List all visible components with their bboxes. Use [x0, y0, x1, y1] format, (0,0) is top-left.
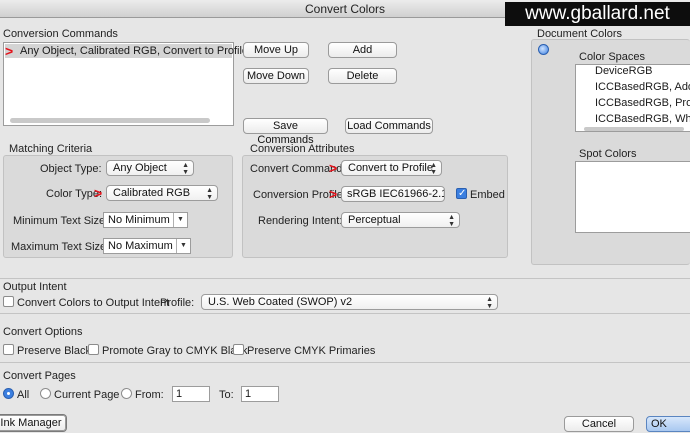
list-item[interactable]: ICCBasedRGB, ProPho [595, 97, 690, 109]
embed-label: Embed [470, 189, 505, 201]
to-page-input[interactable]: 1 [241, 386, 279, 402]
preserve-black-label: Preserve Black [17, 345, 91, 357]
from-label: From: [135, 389, 164, 401]
max-text-size-label: Maximum Text Size: [11, 241, 110, 253]
rendering-intent-value: Perceptual [348, 214, 401, 226]
updown-arrows-icon: ▲ ▼ [486, 296, 493, 310]
output-profile-value: U.S. Web Coated (SWOP) v2 [208, 296, 353, 308]
convert-command-popup[interactable]: Convert to Profile ▲ ▼ [341, 160, 442, 176]
convert-options-label: Convert Options [3, 326, 83, 338]
page-range-radio[interactable] [121, 388, 132, 399]
all-pages-label: All [17, 389, 30, 401]
min-text-size-label: Minimum Text Size: [13, 215, 109, 227]
move-up-button[interactable]: Move Up [243, 42, 309, 58]
updown-arrows-icon: ▲ ▼ [430, 162, 437, 176]
preserve-cmyk-checkbox[interactable] [233, 344, 244, 355]
list-item[interactable]: > Any Object, Calibrated RGB, Convert to… [5, 43, 248, 59]
annotation-arrow-icon: > [329, 160, 338, 176]
divider [0, 313, 690, 314]
watermark: www.gballard.net [505, 2, 690, 26]
annotation-arrow-icon: > [329, 186, 338, 202]
color-type-value: Calibrated RGB [113, 187, 191, 199]
list-item[interactable]: DeviceRGB [595, 65, 652, 77]
divider [0, 362, 690, 363]
color-spaces-list[interactable]: DeviceRGB ICCBasedRGB, Adobe ICCBasedRGB… [575, 64, 690, 132]
convert-to-output-intent-checkbox[interactable] [3, 296, 14, 307]
ok-button[interactable]: OK [646, 416, 690, 432]
conversion-attributes-label: Conversion Attributes [250, 143, 355, 155]
spot-colors-label: Spot Colors [579, 148, 637, 160]
convert-to-output-intent-label: Convert Colors to Output Intent [17, 297, 170, 309]
embed-checkbox[interactable] [456, 188, 467, 199]
updown-arrows-icon: ▲ ▼ [206, 187, 213, 201]
profile-label: Profile: [160, 297, 195, 309]
color-type-popup[interactable]: Calibrated RGB ▲ ▼ [106, 185, 218, 201]
object-type-label: Object Type: [40, 163, 102, 175]
rendering-intent-popup[interactable]: Perceptual ▲ ▼ [341, 212, 460, 228]
object-type-value: Any Object [113, 162, 167, 174]
promote-gray-label: Promote Gray to CMYK Black [102, 345, 248, 357]
current-page-label: Current Page [54, 389, 120, 401]
chevron-down-icon[interactable]: ▼ [176, 239, 190, 253]
color-spaces-label: Color Spaces [579, 51, 646, 63]
conversion-profile-popup[interactable]: sRGB IEC61966-2.1 [341, 186, 445, 202]
annotation-arrow-icon: > [5, 43, 14, 59]
rendering-intent-label: Rendering Intent: [258, 215, 343, 227]
max-text-size-value: No Maximum [108, 240, 173, 252]
load-commands-button[interactable]: Load Commands [345, 118, 433, 134]
move-down-button[interactable]: Move Down [243, 68, 309, 84]
cancel-button[interactable]: Cancel [564, 416, 634, 432]
from-page-input[interactable]: 1 [172, 386, 210, 402]
conversion-commands-list[interactable]: > Any Object, Calibrated RGB, Convert to… [3, 42, 248, 126]
min-text-size-combo[interactable]: No Minimum ▼ [103, 212, 188, 228]
list-item-label: Any Object, Calibrated RGB, Convert to P… [20, 45, 249, 57]
min-text-size-value: No Minimum [108, 214, 170, 226]
conversion-profile-value: sRGB IEC61966-2.1 [347, 188, 445, 200]
save-commands-button[interactable]: Save Commands [243, 118, 328, 146]
matching-criteria-label: Matching Criteria [9, 143, 93, 155]
output-profile-popup[interactable]: U.S. Web Coated (SWOP) v2 ▲ ▼ [201, 294, 498, 310]
list-item[interactable]: ICCBasedRGB, Adobe [595, 81, 690, 93]
chevron-down-icon[interactable]: ▼ [173, 213, 187, 227]
ink-manager-button[interactable]: Ink Manager [0, 415, 66, 431]
promote-gray-checkbox[interactable] [88, 344, 99, 355]
delete-button[interactable]: Delete [328, 68, 397, 84]
output-intent-label: Output Intent [3, 281, 67, 293]
horizontal-scrollbar[interactable] [10, 118, 210, 123]
preserve-black-checkbox[interactable] [3, 344, 14, 355]
convert-command-value: Convert to Profile [348, 162, 433, 174]
current-page-radio[interactable] [40, 388, 51, 399]
updown-arrows-icon: ▲ ▼ [448, 214, 455, 228]
object-type-popup[interactable]: Any Object ▲ ▼ [106, 160, 194, 176]
max-text-size-combo[interactable]: No Maximum ▼ [103, 238, 191, 254]
spot-colors-list[interactable] [575, 161, 690, 233]
preserve-cmyk-label: Preserve CMYK Primaries [247, 345, 376, 357]
convert-pages-label: Convert Pages [3, 370, 76, 382]
horizontal-scrollbar[interactable] [584, 127, 684, 131]
all-pages-radio[interactable] [3, 388, 14, 399]
annotation-arrow-icon: > [94, 185, 103, 201]
conversion-commands-label: Conversion Commands [3, 28, 118, 40]
to-label: To: [219, 389, 234, 401]
updown-arrows-icon: ▲ ▼ [182, 162, 189, 176]
add-button[interactable]: Add [328, 42, 397, 58]
disclosure-icon[interactable] [538, 44, 549, 55]
list-item[interactable]: ICCBasedRGB, Whacke [595, 113, 690, 125]
divider [0, 278, 690, 279]
